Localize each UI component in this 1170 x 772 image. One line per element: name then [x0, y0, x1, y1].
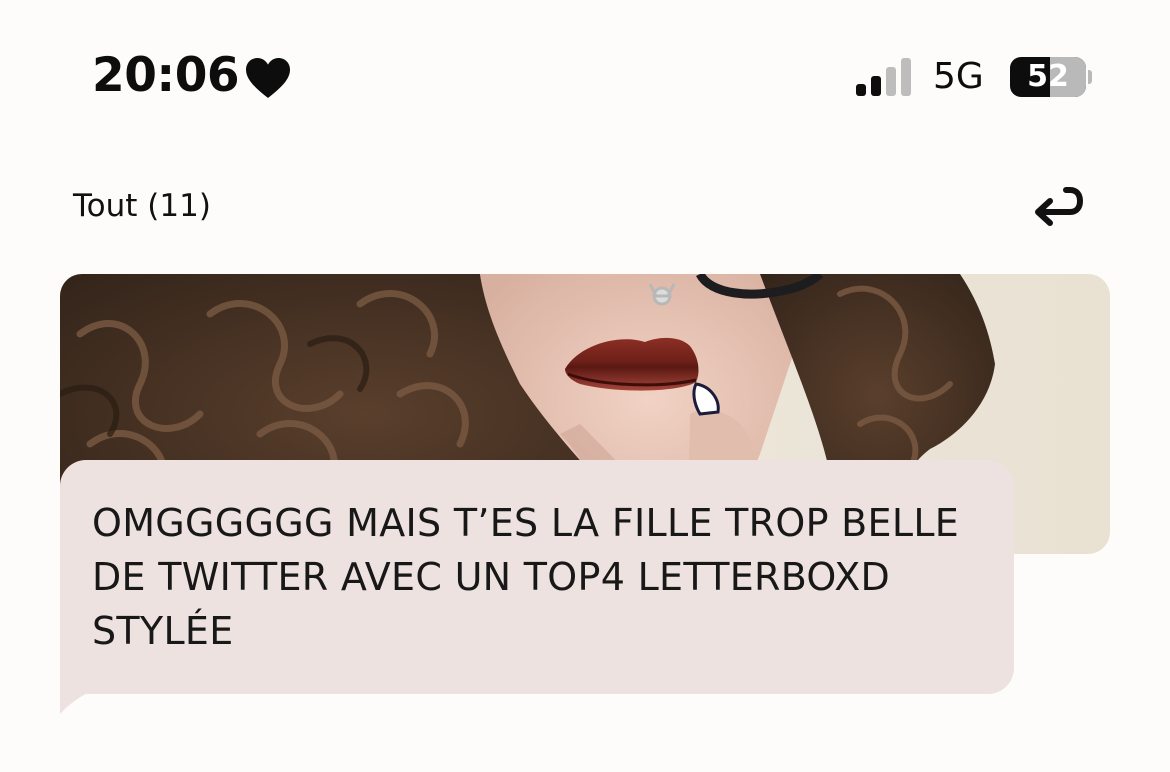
network-type: 5G	[933, 56, 984, 97]
battery-level: 52	[1027, 59, 1069, 94]
reply-arrow-icon[interactable]	[1026, 180, 1088, 236]
message-text: OMGGGGGG MAIS T’ES LA FILLE TROP BELLE D…	[92, 501, 960, 653]
signal-strength-icon	[856, 58, 911, 96]
battery-tip	[1088, 70, 1092, 84]
message-filter-all[interactable]: Tout (11)	[73, 188, 211, 224]
heart-icon	[246, 58, 290, 98]
message-bubble-tail	[60, 680, 120, 714]
status-time: 20:06	[92, 48, 240, 103]
battery-icon: 52	[1010, 57, 1086, 97]
dm-reply-screen: 20:06 5G 52 Tout (11) OMGGGGGG MAIS T’ES…	[0, 0, 1170, 772]
status-bar: 20:06 5G 52	[0, 0, 1170, 150]
